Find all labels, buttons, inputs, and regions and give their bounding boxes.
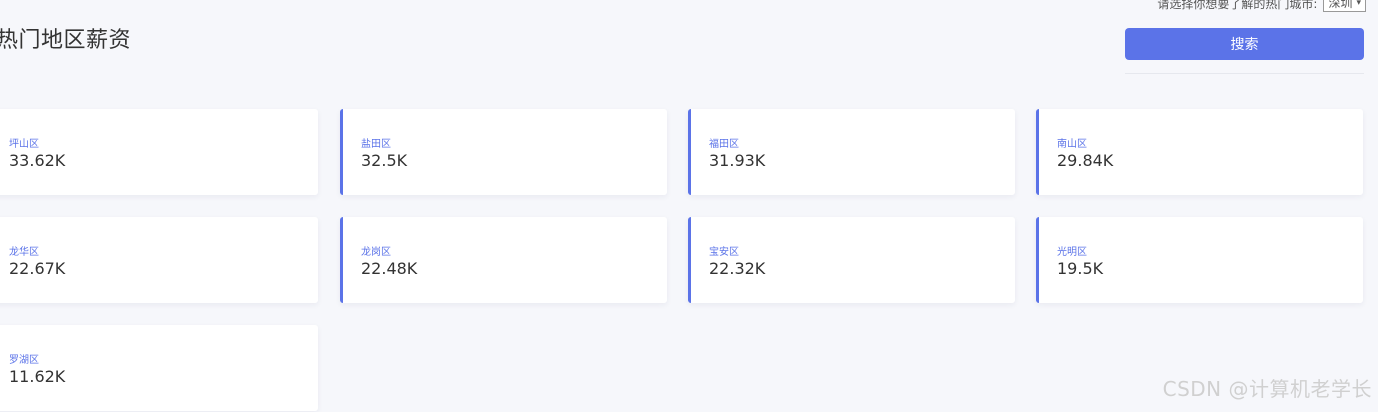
district-salary: 22.48K [361, 259, 418, 278]
district-card[interactable]: 光明区 19.5K [1036, 217, 1363, 303]
district-salary: 22.32K [709, 259, 766, 278]
divider [1125, 73, 1364, 74]
city-selector-row: 请选择你想要了解的热门城市: 深圳 ▾ [1157, 0, 1366, 12]
district-card[interactable]: 福田区 31.93K [688, 109, 1015, 195]
page-title: 热门地区薪资 [0, 28, 132, 53]
district-card[interactable]: 南山区 29.84K [1036, 109, 1363, 195]
district-salary: 11.62K [9, 367, 66, 386]
district-card[interactable]: 坪山区 33.62K [0, 109, 318, 195]
district-card[interactable]: 龙岗区 22.48K [340, 217, 667, 303]
city-prompt-label: 请选择你想要了解的热门城市: [1157, 0, 1318, 11]
district-card[interactable]: 龙华区 22.67K [0, 217, 318, 303]
district-name: 光明区 [1057, 247, 1087, 258]
district-card[interactable]: 盐田区 32.5K [340, 109, 667, 195]
district-name: 宝安区 [709, 247, 739, 258]
district-salary: 22.67K [9, 259, 66, 278]
district-salary: 19.5K [1057, 259, 1104, 278]
district-salary: 29.84K [1057, 151, 1114, 170]
district-name: 龙岗区 [361, 247, 391, 258]
district-salary: 32.5K [361, 151, 408, 170]
district-name: 罗湖区 [9, 355, 39, 366]
district-card[interactable]: 罗湖区 11.62K [0, 325, 318, 411]
district-name: 福田区 [709, 139, 739, 150]
city-select-value: 深圳 [1328, 0, 1353, 10]
district-salary: 31.93K [709, 151, 766, 170]
city-select[interactable]: 深圳 ▾ [1323, 0, 1366, 12]
district-name: 南山区 [1057, 139, 1087, 150]
district-name: 盐田区 [361, 139, 391, 150]
chevron-down-icon: ▾ [1356, 0, 1361, 8]
district-salary: 33.62K [9, 151, 66, 170]
district-card[interactable]: 宝安区 22.32K [688, 217, 1015, 303]
district-name: 龙华区 [9, 247, 39, 258]
watermark-text: CSDN @计算机老学长 [1162, 377, 1372, 401]
district-name: 坪山区 [9, 139, 39, 150]
search-button[interactable]: 搜索 [1125, 28, 1364, 60]
